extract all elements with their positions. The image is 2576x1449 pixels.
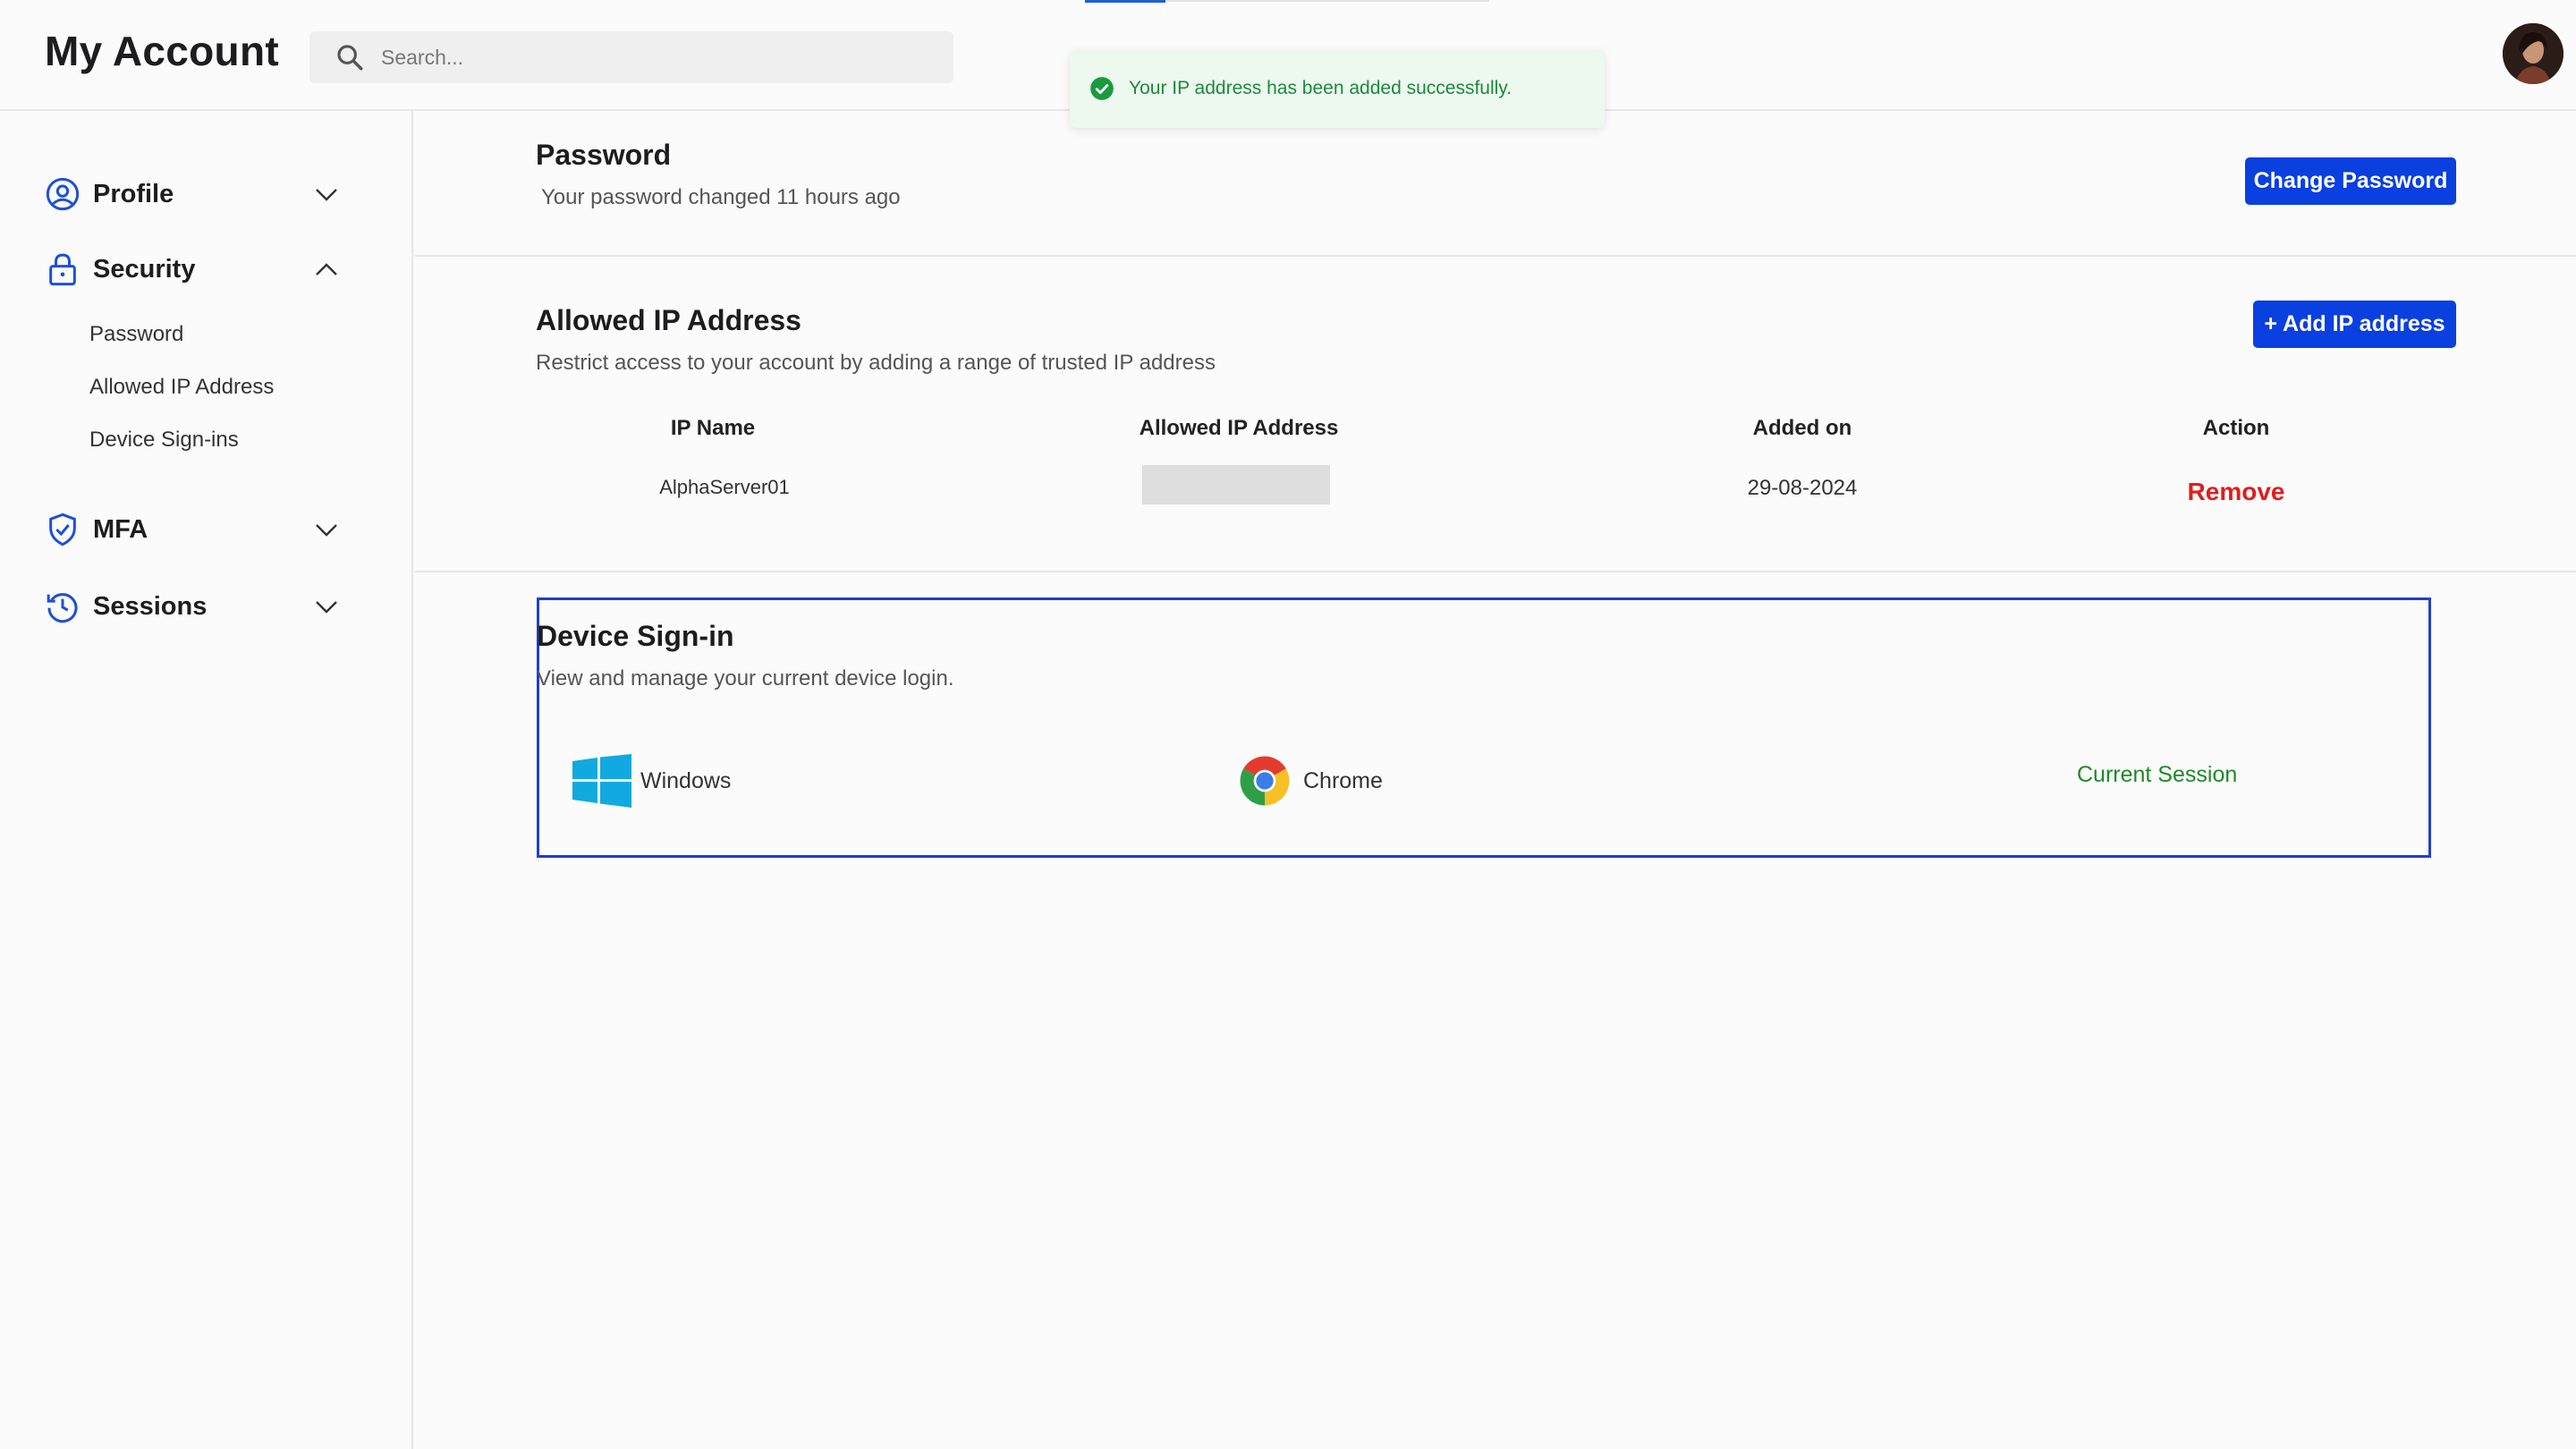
history-icon xyxy=(47,593,78,623)
sidebar-item-label: Security xyxy=(93,254,196,284)
current-session-status: Current Session xyxy=(2077,762,2238,787)
ip-address-cell-redacted xyxy=(1142,465,1330,504)
password-section-subtitle: Your password changed 11 hours ago xyxy=(541,185,901,209)
column-header-ip-name: IP Name xyxy=(670,416,756,440)
sidebar-item-mfa[interactable]: MFA xyxy=(45,507,340,552)
success-toast: Your IP address has been added successfu… xyxy=(1070,49,1605,128)
column-header-action: Action xyxy=(2202,416,2270,440)
chrome-logo-icon xyxy=(1240,756,1290,806)
device-os: Windows xyxy=(572,754,731,808)
user-circle-icon xyxy=(46,177,80,211)
sidebar-item-label: MFA xyxy=(93,514,148,544)
search-icon xyxy=(337,45,363,71)
change-password-button[interactable]: Change Password xyxy=(2245,157,2456,205)
sidebar-item-sessions[interactable]: Sessions xyxy=(45,584,340,629)
lock-icon xyxy=(49,253,76,286)
ip-section-subtitle: Restrict access to your account by addin… xyxy=(536,351,1216,375)
device-os-label: Windows xyxy=(640,767,732,793)
device-browser: Chrome xyxy=(1235,751,1383,810)
chevron-down-icon[interactable] xyxy=(313,595,340,618)
remove-ip-link[interactable]: Remove xyxy=(2156,478,2317,506)
sidebar-item-profile[interactable]: Profile xyxy=(45,172,340,216)
section-divider xyxy=(415,255,2576,257)
sidebar-item-security[interactable]: Security xyxy=(45,247,340,292)
sidebar-item-label: Profile xyxy=(93,179,174,208)
added-on-cell: 29-08-2024 xyxy=(1747,476,1858,500)
sidebar-item-label: Sessions xyxy=(93,591,208,621)
search-input[interactable] xyxy=(381,45,918,70)
chevron-up-icon[interactable] xyxy=(313,258,340,281)
ip-section-title: Allowed IP Address xyxy=(536,304,801,336)
avatar[interactable] xyxy=(2503,23,2563,84)
sidebar-subitem-device-signins[interactable]: Device Sign-ins xyxy=(89,428,239,453)
chevron-down-icon[interactable] xyxy=(313,518,340,541)
sidebar-subitem-allowed-ip[interactable]: Allowed IP Address xyxy=(89,375,274,400)
ip-name-cell: AlphaServer01 xyxy=(659,476,790,498)
column-header-allowed-ip: Allowed IP Address xyxy=(1139,416,1339,440)
sidebar: Profile Security Password Allowed IP Add… xyxy=(0,111,413,1449)
shield-check-icon xyxy=(49,513,76,547)
loading-track xyxy=(1165,0,1489,2)
device-signin-card xyxy=(537,597,2431,858)
loading-indicator xyxy=(1085,0,1165,3)
add-ip-address-button[interactable]: + Add IP address xyxy=(2253,301,2456,348)
password-section-title: Password xyxy=(536,139,672,171)
check-circle-icon xyxy=(1090,77,1114,100)
user-avatar-icon xyxy=(2503,23,2563,84)
section-divider xyxy=(415,571,2576,572)
device-section-title: Device Sign-in xyxy=(537,620,734,652)
column-header-added-on: Added on xyxy=(1752,416,1852,440)
page-title: My Account xyxy=(45,28,279,74)
windows-logo-icon xyxy=(572,754,631,808)
toast-message: Your IP address has been added successfu… xyxy=(1129,78,1513,98)
chevron-down-icon[interactable] xyxy=(313,182,340,206)
device-browser-label: Chrome xyxy=(1303,767,1383,793)
search-bar[interactable] xyxy=(309,31,953,83)
device-section-subtitle: View and manage your current device logi… xyxy=(537,666,954,691)
sidebar-subitem-password[interactable]: Password xyxy=(89,322,183,347)
